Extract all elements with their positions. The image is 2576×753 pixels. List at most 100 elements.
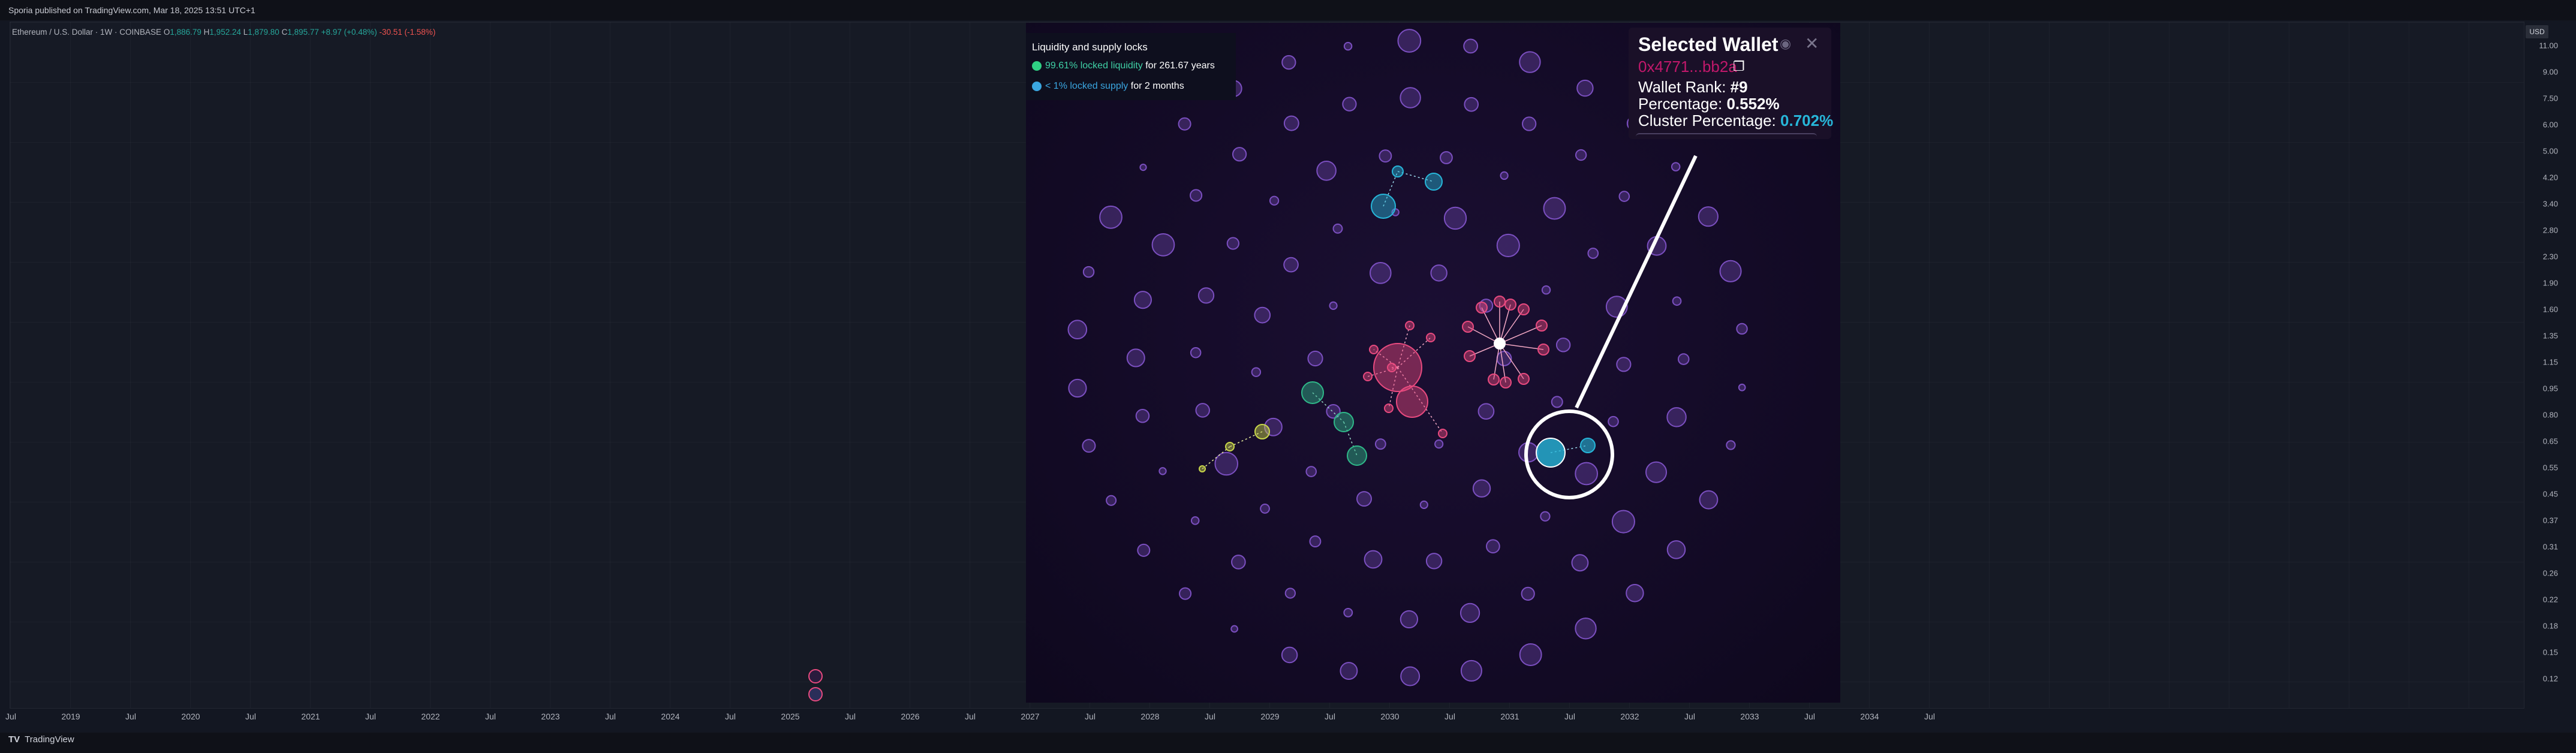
cluster-bubble-small[interactable] [1537, 344, 1549, 356]
holder-bubble[interactable] [1067, 320, 1088, 340]
holder-bubble[interactable] [1356, 491, 1372, 507]
holder-bubble[interactable] [1158, 467, 1167, 475]
holder-bubble[interactable] [1195, 403, 1210, 418]
cluster-bubble-small[interactable] [1384, 403, 1394, 413]
holder-bubble[interactable] [1519, 643, 1542, 666]
holder-bubble[interactable] [1519, 51, 1541, 73]
cluster-bubble-small[interactable] [1363, 372, 1373, 381]
holder-bubble[interactable] [1666, 407, 1687, 427]
holder-bubble[interactable] [1541, 285, 1551, 295]
holder-bubble[interactable] [1284, 588, 1296, 599]
holder-bubble[interactable] [1309, 535, 1322, 548]
holder-bubble[interactable] [1307, 350, 1323, 367]
cyan-bubble[interactable] [1392, 165, 1404, 177]
green-bubble[interactable] [1347, 445, 1367, 466]
holder-bubble[interactable] [1135, 409, 1150, 423]
holder-bubble[interactable] [1283, 115, 1299, 131]
holder-bubble[interactable] [1082, 266, 1095, 278]
close-icon[interactable]: ✕ [1805, 34, 1819, 53]
cluster-bubble-small[interactable] [1426, 333, 1436, 342]
holder-bubble[interactable] [1068, 378, 1087, 398]
holder-bubble[interactable] [1430, 264, 1448, 282]
holder-bubble[interactable] [1477, 403, 1495, 420]
holder-bubble[interactable] [1364, 550, 1383, 569]
holder-bubble[interactable] [1343, 607, 1353, 618]
holder-bubble[interactable] [1699, 490, 1719, 510]
holder-bubble[interactable] [1133, 291, 1152, 309]
holder-bubble[interactable] [1197, 287, 1215, 304]
holder-bubble[interactable] [1672, 296, 1682, 306]
holder-bubble[interactable] [1340, 662, 1358, 680]
holder-bubble[interactable] [1738, 383, 1746, 391]
holder-bubble[interactable] [1575, 618, 1597, 640]
holder-bubble[interactable] [1379, 149, 1392, 163]
holder-bubble[interactable] [1434, 439, 1444, 449]
holder-bubble[interactable] [1521, 586, 1535, 601]
tradingview-brand[interactable]: TV TradingView [8, 734, 74, 745]
liquidity-lock-row[interactable]: 99.61% locked liquidity for 261.67 years [1032, 61, 1215, 71]
holder-bubble[interactable] [1626, 584, 1644, 603]
holder-bubble[interactable] [1179, 587, 1192, 600]
holder-bubble[interactable] [1719, 260, 1742, 282]
holder-bubble[interactable] [1500, 171, 1509, 180]
holder-bubble[interactable] [1555, 338, 1571, 353]
holder-bubble[interactable] [1608, 415, 1619, 427]
holder-bubble[interactable] [1736, 323, 1748, 335]
cyan-bubble[interactable] [1425, 173, 1443, 191]
holder-bubble[interactable] [1459, 603, 1480, 623]
hide-eye-icon[interactable]: ◉ [1780, 36, 1791, 52]
holder-bubble[interactable] [1616, 357, 1632, 372]
holder-bubble[interactable] [1486, 539, 1500, 554]
supply-lock-row[interactable]: < 1% locked supply for 2 months [1032, 81, 1184, 92]
holder-bubble[interactable] [1645, 461, 1668, 483]
holder-bubble[interactable] [1443, 206, 1467, 230]
holder-bubble[interactable] [1332, 223, 1343, 234]
holder-bubble[interactable] [1551, 396, 1563, 408]
cluster-bubble-small[interactable] [1504, 299, 1516, 311]
holder-bubble[interactable] [1190, 189, 1203, 202]
cyan-bubble[interactable] [1371, 194, 1396, 219]
holder-bubble[interactable] [1260, 504, 1270, 514]
cluster-bubble-main[interactable] [1373, 343, 1422, 392]
holder-bubble[interactable] [1472, 479, 1491, 498]
holder-bubble[interactable] [1463, 38, 1478, 54]
holder-bubble[interactable] [1251, 367, 1262, 377]
wallet-address[interactable]: 0x4771...bb2a [1638, 58, 1737, 76]
holder-bubble[interactable] [1190, 516, 1200, 525]
cluster-bubble-small[interactable] [1536, 320, 1548, 332]
cluster-bubble-small[interactable] [1369, 345, 1379, 354]
holder-bubble[interactable] [1283, 257, 1299, 273]
holder-bubble[interactable] [1342, 97, 1357, 112]
holder-bubble[interactable] [1666, 540, 1686, 559]
copy-icon[interactable]: ❐ [1733, 59, 1745, 74]
holder-bubble[interactable] [1232, 147, 1247, 162]
holder-bubble[interactable] [1370, 262, 1392, 284]
holder-bubble[interactable] [1374, 438, 1386, 450]
yellow-bubble[interactable] [1225, 442, 1235, 451]
holder-bubble[interactable] [1397, 29, 1422, 53]
price-axis[interactable]: 11.00 9.00 7.50 6.00 5.00 4.20 3.40 2.80 2.30 1.9… [2523, 22, 2576, 707]
selected-wallet-bubble[interactable] [1536, 438, 1566, 468]
cluster-bubble-small[interactable] [1438, 429, 1448, 438]
holder-bubble[interactable] [1230, 625, 1238, 633]
holder-bubble[interactable] [1139, 164, 1147, 171]
holder-bubble[interactable] [1082, 439, 1096, 453]
cluster-bubble-small[interactable] [1494, 296, 1506, 308]
holder-bubble[interactable] [1671, 162, 1681, 171]
holder-bubble[interactable] [1226, 237, 1239, 250]
cyan-bubble[interactable] [1580, 438, 1596, 453]
holder-bubble[interactable] [1151, 233, 1175, 257]
holder-bubble[interactable] [1419, 500, 1428, 510]
holder-bubble[interactable] [1281, 646, 1298, 664]
holder-bubble[interactable] [1400, 666, 1421, 686]
holder-bubble[interactable] [1726, 440, 1736, 450]
holder-bubble[interactable] [1254, 306, 1271, 324]
holder-bubble[interactable] [1677, 353, 1690, 365]
yellow-bubble[interactable] [1199, 465, 1206, 472]
holder-bubble[interactable] [1343, 41, 1353, 51]
cluster-bubble-small[interactable] [1462, 321, 1474, 333]
holder-bubble[interactable] [1137, 543, 1151, 557]
cluster-bubble-small[interactable] [1464, 350, 1476, 362]
holder-bubble[interactable] [1329, 301, 1338, 310]
cluster-bubble-small[interactable] [1518, 303, 1530, 315]
